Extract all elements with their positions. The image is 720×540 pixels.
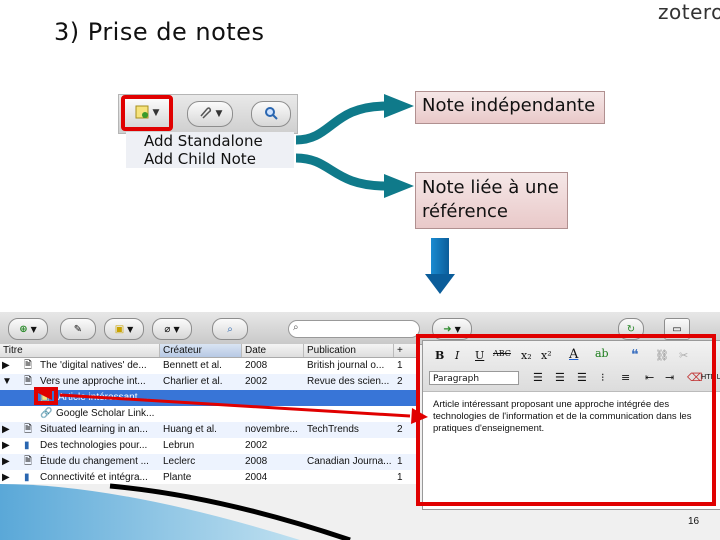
chevron-down-icon: ▼ <box>454 324 461 334</box>
new-note-toolbar-button[interactable]: ▣ ▼ <box>104 318 144 340</box>
advanced-search-button[interactable]: ⌕ <box>212 318 248 340</box>
attachment-button[interactable]: ▼ <box>187 101 233 127</box>
menu-add-standalone-note[interactable]: Add Standalone Note <box>126 132 294 168</box>
sync-icon: ↻ <box>626 323 636 335</box>
menu-add-child-note[interactable]: Add Child Note <box>126 150 294 168</box>
zotero-logo: zotero <box>658 0 720 24</box>
table-header: Titre Créateur Date Publication + <box>0 344 418 358</box>
callout-child-note: Note liée à une référence <box>415 172 568 229</box>
callout-standalone-note: Note indépendante <box>415 91 605 124</box>
chevron-down-icon: ▼ <box>215 109 223 119</box>
magnifier-icon <box>264 106 278 123</box>
decorative-swoosh <box>0 483 351 540</box>
new-collection-button[interactable]: ⊕ ▼ <box>8 318 48 340</box>
column-date[interactable]: Date <box>242 344 304 357</box>
column-publication[interactable]: Publication <box>304 344 394 357</box>
search-input[interactable]: ⌕ <box>288 320 420 338</box>
row-creator: Bennett et al. <box>163 360 222 371</box>
search-icon: ⌕ <box>293 322 299 333</box>
chevron-down-icon: ▼ <box>173 324 180 334</box>
pencil-icon: ✎ <box>73 323 83 335</box>
plus-icon: ⊕ <box>19 323 28 335</box>
paperclip-icon <box>198 106 212 123</box>
paperclip-icon: ⌀ <box>164 323 171 335</box>
row-date: 2008 <box>245 360 268 371</box>
chevron-down-icon: ▼ <box>127 324 134 334</box>
column-title[interactable]: Titre <box>0 344 160 357</box>
edit-button[interactable]: ✎ <box>60 318 96 340</box>
down-arrow-icon <box>425 238 455 294</box>
chevron-down-icon: ▼ <box>152 108 160 118</box>
row-count: 1 <box>397 360 403 371</box>
note-icon: ▣ <box>114 323 125 335</box>
search-button[interactable] <box>251 101 291 127</box>
new-note-button[interactable]: ▼ <box>121 95 173 131</box>
row-title: The 'digital natives' de... <box>40 360 147 371</box>
document-icon: 🗎 <box>24 360 33 371</box>
slide-title: 3) Prise de notes <box>54 18 265 46</box>
window-icon: ▭ <box>672 323 682 335</box>
attachment-toolbar-button[interactable]: ⌀ ▼ <box>152 318 192 340</box>
note-icon <box>135 105 149 122</box>
expand-triangle-icon[interactable]: ▶ <box>2 358 14 374</box>
chevron-down-icon: ▼ <box>30 324 37 334</box>
row-publication: British journal o... <box>307 360 385 371</box>
table-row[interactable]: ▶ 🗎 The 'digital natives' de... Bennett … <box>0 358 418 374</box>
magnifier-icon: ⌕ <box>227 323 233 335</box>
column-creator[interactable]: Créateur <box>160 344 242 357</box>
curved-arrows <box>295 94 414 198</box>
page-number: 16 <box>688 516 700 527</box>
mini-toolbar: ▼ ▼ <box>118 94 298 134</box>
arrow-right-icon: ➜ <box>443 323 452 335</box>
column-count[interactable]: + <box>394 344 418 357</box>
